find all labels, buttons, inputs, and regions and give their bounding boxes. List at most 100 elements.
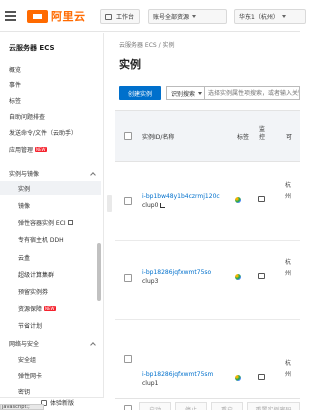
status-url: javascript:; xyxy=(0,404,44,410)
sidebar-collapse-handle[interactable] xyxy=(107,195,112,212)
sidebar-item-label: 节省计划 xyxy=(18,323,43,330)
row-extra-text: 杭州 xyxy=(285,259,292,277)
sidebar-item-instances[interactable]: 实例 xyxy=(0,181,101,195)
create-instance-button[interactable]: 创建实例 xyxy=(119,86,161,100)
sidebar-item-label: 安全组 xyxy=(18,357,37,364)
tag-icon[interactable] xyxy=(235,197,241,203)
new-badge: NEW xyxy=(44,306,56,311)
sidebar-item-eni[interactable]: 弹性网卡 xyxy=(18,371,42,380)
sidebar-item-label: 资源保障 xyxy=(18,306,43,313)
sidebar-item-security-group[interactable]: 安全组 xyxy=(18,355,36,364)
column-header-id-name: 实例ID/名称 xyxy=(142,134,175,141)
table-row: i-bp1bw48y1b4czrmj120c clup0 杭州 xyxy=(115,163,300,241)
select-all-checkbox[interactable] xyxy=(124,132,132,140)
page-title: 实例 xyxy=(119,58,141,71)
tag-icon[interactable] xyxy=(235,274,241,280)
sidebar-item-label: 概览 xyxy=(9,67,22,74)
edit-icon[interactable] xyxy=(160,203,166,208)
sidebar-item-resource-guarantee[interactable]: 资源保障 NEW xyxy=(18,304,56,313)
sidebar-item-cloud-box[interactable]: 云盒 xyxy=(18,253,30,262)
sidebar-item-label: 专有宿主机 DDH xyxy=(18,237,64,244)
sidebar-item-app-management[interactable]: 应用管理 NEW xyxy=(9,145,47,154)
sidebar-section-label: 网络与安全 xyxy=(9,341,40,348)
sidebar-item-cloud-assistant[interactable]: 发送命令/文件（云助手） xyxy=(9,128,77,137)
instance-name-label: clup0 xyxy=(142,202,159,209)
sidebar-item-troubleshoot[interactable]: 自助问题排查 xyxy=(9,112,45,121)
search-input[interactable] xyxy=(205,86,300,100)
sidebar-item-label: 事件 xyxy=(9,82,22,89)
sidebar-item-label: 实例 xyxy=(18,185,31,193)
restart-button[interactable]: 重启 xyxy=(211,402,243,410)
stop-button[interactable]: 停止 xyxy=(175,402,207,410)
search-type-label: 识别搜索 xyxy=(171,90,196,98)
sidebar-item-label: 应用管理 xyxy=(9,147,34,154)
sidebar-title: 云服务器 ECS xyxy=(9,44,55,52)
home-icon xyxy=(105,13,112,20)
account-scope-dropdown[interactable]: 账号全部资源 xyxy=(148,9,227,24)
sidebar-item-tags[interactable]: 标签 xyxy=(9,96,21,105)
sidebar-item-ddh[interactable]: 专有宿主机 DDH xyxy=(18,235,64,244)
instance-id-link[interactable]: i-bp1bw48y1b4czrmj120c xyxy=(142,193,220,200)
sidebar-item-label: 发送命令/文件（云助手） xyxy=(9,130,78,137)
instance-name-label: clup1 xyxy=(142,380,159,387)
region-label: 华东1（杭州） xyxy=(239,14,279,21)
region-dropdown[interactable]: 华东1（杭州） xyxy=(234,9,306,24)
external-link-icon xyxy=(67,220,73,225)
sidebar-item-label: 预留实例券 xyxy=(18,289,49,296)
sidebar-item-label: 云盒 xyxy=(18,255,31,262)
instance-name: clup3 xyxy=(142,278,158,285)
sidebar-item-label: 超级计算集群 xyxy=(18,272,55,279)
tag-icon[interactable] xyxy=(235,375,241,381)
batch-select-checkbox[interactable] xyxy=(124,405,132,410)
sidebar-item-images[interactable]: 镜像 xyxy=(18,201,30,210)
workbench-button[interactable]: 工作台 xyxy=(100,9,140,24)
instance-id-link[interactable]: i-bp18286jqfxwmt75so xyxy=(142,269,211,276)
instance-id-link[interactable]: i-bp18286jqfxwmt75sm xyxy=(142,371,213,378)
chevron-up-icon xyxy=(90,171,96,178)
aliyun-logo[interactable]: 阿里云 xyxy=(27,9,86,23)
sidebar-section-instances[interactable]: 实例与镜像 xyxy=(9,169,99,178)
sidebar-scrollbar[interactable] xyxy=(97,243,101,301)
logo-text: 阿里云 xyxy=(51,10,86,23)
account-scope-label: 账号全部资源 xyxy=(153,14,190,21)
instance-name-label: clup3 xyxy=(142,278,159,285)
instance-name: clup1 xyxy=(142,380,158,387)
sidebar-section-network[interactable]: 网络与安全 xyxy=(9,339,99,348)
row-extra-text: 杭州 xyxy=(285,360,292,378)
row-extra-text: 杭州 xyxy=(285,182,292,200)
sidebar-section-label: 实例与镜像 xyxy=(9,171,40,178)
start-button[interactable]: 启动 xyxy=(139,402,171,410)
row-checkbox[interactable] xyxy=(124,274,132,282)
monitor-icon[interactable] xyxy=(258,374,265,380)
search-type-dropdown[interactable]: 识别搜索 xyxy=(166,86,205,100)
column-header-extra: 可 xyxy=(286,134,293,141)
menu-icon[interactable] xyxy=(5,11,16,21)
sidebar-item-label: 密钥 xyxy=(18,389,31,396)
breadcrumb: 云服务器 ECS / 实例 xyxy=(119,42,175,49)
chevron-down-icon xyxy=(198,91,203,95)
sidebar: 云服务器 ECS 概览 事件 标签 自助问题排查 发送命令/文件（云助手） 应用… xyxy=(0,33,104,410)
row-checkbox[interactable] xyxy=(124,197,132,205)
sidebar-item-keypair[interactable]: 密钥 xyxy=(18,387,30,396)
workbench-label: 工作台 xyxy=(116,14,135,21)
sidebar-item-events[interactable]: 事件 xyxy=(9,80,21,89)
chevron-down-icon xyxy=(192,15,197,18)
column-header-monitor: 监控 xyxy=(259,126,266,141)
try-new-version-link[interactable]: 体验新版 xyxy=(41,398,74,407)
table-row: i-bp18286jqfxwmt75sm clup1 杭州 xyxy=(115,321,300,399)
sidebar-item-savings-plan[interactable]: 节省计划 xyxy=(18,321,42,330)
monitor-icon[interactable] xyxy=(258,273,265,279)
row-checkbox[interactable] xyxy=(124,355,132,363)
monitor-icon[interactable] xyxy=(258,196,265,202)
chevron-up-icon xyxy=(90,341,96,348)
try-new-version-label: 体验新版 xyxy=(50,400,75,407)
chevron-down-icon xyxy=(281,15,286,18)
sidebar-item-reserved[interactable]: 预留实例券 xyxy=(18,287,48,296)
sidebar-item-eci[interactable]: 弹性容器实例 ECI xyxy=(18,218,73,227)
instance-name: clup0 xyxy=(142,202,166,209)
new-badge: NEW xyxy=(35,147,47,152)
sidebar-item-scc[interactable]: 超级计算集群 xyxy=(18,270,54,279)
reset-password-button[interactable]: 重置实例密码 xyxy=(247,402,300,410)
sidebar-item-overview[interactable]: 概览 xyxy=(9,65,21,74)
sidebar-item-label: 标签 xyxy=(9,98,22,105)
